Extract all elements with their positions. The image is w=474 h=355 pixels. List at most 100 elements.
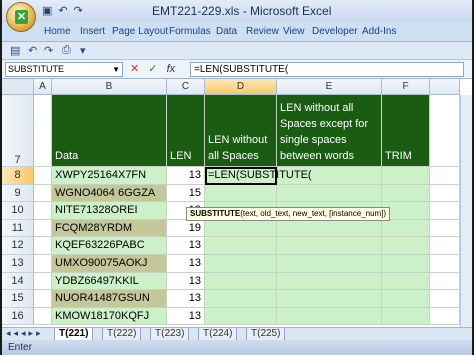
tab-data[interactable]: Data [216, 26, 237, 37]
row-header-7[interactable]: 7 [2, 95, 34, 167]
cell-e14[interactable] [277, 272, 382, 291]
cell-c14[interactable]: 13 [167, 272, 205, 291]
cell-f14[interactable] [382, 272, 430, 291]
column-header-g[interactable] [430, 79, 460, 95]
cell-c16[interactable]: 13 [167, 307, 205, 326]
office-button[interactable]: ✕ [6, 2, 36, 32]
redo-icon[interactable]: ↷ [44, 44, 53, 57]
enter-icon[interactable]: ✓ [148, 63, 157, 75]
cell-c8[interactable]: 13 [167, 167, 205, 185]
cell-b16[interactable]: KMOW18170KQFJ [52, 307, 167, 326]
cell-g9[interactable] [430, 184, 460, 203]
cell-e12[interactable] [277, 237, 382, 255]
cancel-icon[interactable]: ✕ [130, 63, 139, 75]
column-header-f[interactable]: F [382, 79, 430, 95]
cell-e13[interactable] [277, 255, 382, 273]
cell-g13[interactable] [430, 255, 460, 273]
cell-e9[interactable] [277, 184, 382, 203]
row-header-16[interactable]: 16 [2, 307, 34, 326]
cell-f7[interactable]: TRIM [382, 95, 430, 167]
cell-f9[interactable] [382, 184, 430, 203]
cell-d7[interactable]: LEN without all Spaces [205, 95, 277, 167]
cell-f11[interactable] [382, 219, 430, 238]
tab-home[interactable]: Home [44, 26, 71, 37]
cell-b9[interactable]: WGNO4064 6GGZA [52, 184, 167, 203]
cell-c9[interactable]: 15 [167, 184, 205, 203]
column-header-c[interactable]: C [167, 79, 205, 95]
save-icon[interactable]: ▣ [42, 4, 52, 17]
cell-e15[interactable] [277, 290, 382, 308]
cell-c12[interactable]: 13 [167, 237, 205, 255]
cell-g14[interactable] [430, 272, 460, 291]
row-header-15[interactable]: 15 [2, 290, 34, 308]
cell-g16[interactable] [430, 307, 460, 326]
cell-b14[interactable]: YDBZ66497KKIL [52, 272, 167, 291]
row-header-12[interactable]: 12 [2, 237, 34, 255]
cell-g8[interactable] [430, 167, 460, 185]
cell-g7[interactable] [430, 95, 460, 167]
cell-g10[interactable] [430, 202, 460, 220]
cell-b12[interactable]: KQEF63226PABC [52, 237, 167, 255]
print-icon[interactable]: ⎙ [62, 44, 71, 57]
cell-d13[interactable] [205, 255, 277, 273]
sheet-nav-arrows[interactable]: ◂◂◂▸▸ [6, 328, 44, 339]
row-header-9[interactable]: 9 [2, 184, 34, 203]
redo-icon[interactable]: ↷ [74, 4, 83, 17]
cell-f15[interactable] [382, 290, 430, 308]
cell-e16[interactable] [277, 307, 382, 326]
tab-review[interactable]: Review [246, 26, 279, 37]
cell-b13[interactable]: UMXO90075AOKJ [52, 255, 167, 273]
cell-d12[interactable] [205, 237, 277, 255]
vertical-scrollbar[interactable] [460, 95, 472, 327]
cell-c11[interactable]: 19 [167, 219, 205, 238]
cell-f12[interactable] [382, 237, 430, 255]
tab-insert[interactable]: Insert [80, 26, 105, 37]
column-header-a[interactable]: A [34, 79, 52, 95]
cell-b15[interactable]: NUOR41487GSUN [52, 290, 167, 308]
cell-a9[interactable] [34, 184, 52, 203]
tab-add-ins[interactable]: Add-Ins [362, 26, 396, 37]
cell-e7[interactable]: LEN without all Spaces except for single… [277, 95, 382, 167]
cell-e11[interactable] [277, 219, 382, 238]
cell-d9[interactable] [205, 184, 277, 203]
cell-d11[interactable] [205, 219, 277, 238]
insert-function-icon[interactable]: fx [167, 63, 176, 75]
cell-f16[interactable] [382, 307, 430, 326]
undo-icon[interactable]: ↶ [58, 4, 67, 17]
column-header-b[interactable]: B [52, 79, 167, 95]
cell-a11[interactable] [34, 219, 52, 238]
row-header-8[interactable]: 8 [2, 167, 34, 185]
cell-a15[interactable] [34, 290, 52, 308]
cell-g11[interactable] [430, 219, 460, 238]
tab-developer[interactable]: Developer [312, 26, 358, 37]
cell-f8[interactable] [382, 167, 430, 185]
cell-g15[interactable] [430, 290, 460, 308]
cell-c13[interactable]: 13 [167, 255, 205, 273]
cell-a8[interactable] [34, 167, 52, 185]
cell-a16[interactable] [34, 307, 52, 326]
tab-page-layout[interactable]: Page Layout [112, 26, 168, 37]
cell-a13[interactable] [34, 255, 52, 273]
cell-b11[interactable]: FCQM28YRDM [52, 219, 167, 238]
cell-a14[interactable] [34, 272, 52, 291]
formula-input[interactable]: =LEN(SUBSTITUTE( [190, 62, 464, 77]
column-header-e[interactable]: E [277, 79, 382, 95]
name-box[interactable]: SUBSTITUTE ▼ [5, 62, 123, 77]
row-header-14[interactable]: 14 [2, 272, 34, 291]
cell-b8[interactable]: XWPY25164X7FN [52, 167, 167, 185]
cell-d16[interactable] [205, 307, 277, 326]
cell-f13[interactable] [382, 255, 430, 273]
cell-d15[interactable] [205, 290, 277, 308]
select-all-corner[interactable] [2, 79, 34, 95]
cell-d14[interactable] [205, 272, 277, 291]
chevron-down-icon[interactable]: ▾ [80, 44, 86, 57]
row-header-13[interactable]: 13 [2, 255, 34, 273]
cell-d8[interactable]: =LEN(SUBSTITUTE( [205, 167, 312, 185]
cell-a10[interactable] [34, 202, 52, 220]
tab-view[interactable]: View [283, 26, 305, 37]
cell-c15[interactable]: 13 [167, 290, 205, 308]
tab-formulas[interactable]: Formulas [169, 26, 211, 37]
cell-b10[interactable]: NITE71328OREI [52, 202, 167, 220]
cell-g12[interactable] [430, 237, 460, 255]
chevron-down-icon[interactable]: ▼ [112, 63, 120, 76]
